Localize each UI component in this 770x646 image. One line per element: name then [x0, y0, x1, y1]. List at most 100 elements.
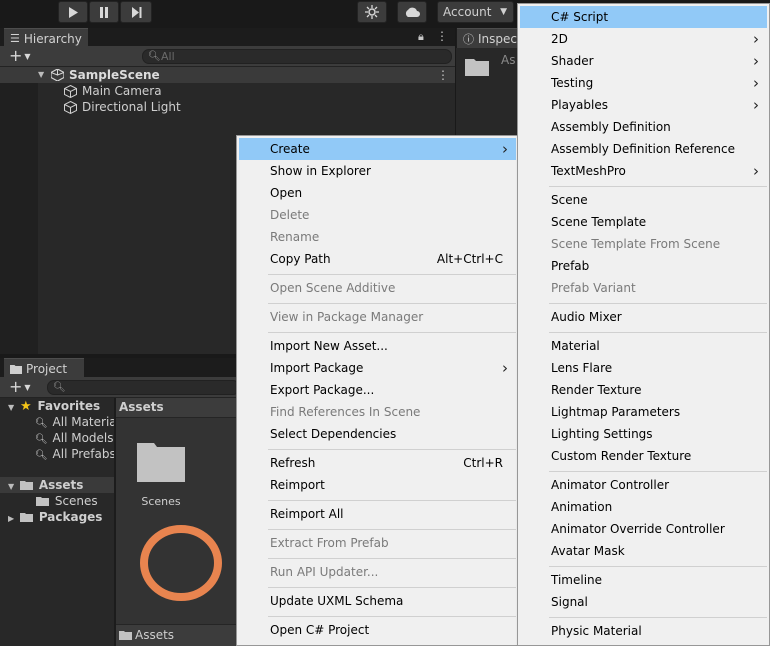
chevron-down-icon: ▼ — [24, 51, 31, 61]
step-button[interactable] — [120, 1, 152, 23]
tab-inspector[interactable]: ⓘ Inspec — [457, 28, 520, 48]
menu-item-lightmap-parameters[interactable]: Lightmap Parameters — [520, 401, 767, 423]
menu-item-label: C# Script — [551, 10, 609, 24]
menu-item-assembly-definition-reference[interactable]: Assembly Definition Reference — [520, 138, 767, 160]
assets-tree-row[interactable]: ▼ Assets — [0, 477, 115, 493]
menu-item-scene-template[interactable]: Scene Template — [520, 211, 767, 233]
menu-item-render-texture[interactable]: Render Texture — [520, 379, 767, 401]
favorites-item[interactable]: 🔍︎ All Prefabs — [35, 446, 116, 462]
create-submenu: C# Script 2D › Shader › Testing › Playables › Ass… — [517, 3, 770, 646]
menu-item-audio-mixer[interactable]: Audio Mixer — [520, 306, 767, 328]
menu-item-prefab-variant[interactable]: Prefab Variant — [520, 277, 767, 299]
asset-folder-tile[interactable]: Scenes — [130, 434, 192, 510]
menu-item-lighting-settings[interactable]: Lighting Settings — [520, 423, 767, 445]
menu-separator — [268, 558, 516, 559]
chevron-right-icon: › — [502, 140, 508, 158]
packages-tree-row[interactable]: ▶ Packages — [8, 509, 102, 525]
menu-item-timeline[interactable]: Timeline — [520, 569, 767, 591]
menu-item-c-script[interactable]: C# Script — [520, 6, 767, 28]
menu-item-animator-controller[interactable]: Animator Controller — [520, 474, 767, 496]
menu-item-label: Scene Template — [551, 215, 647, 229]
scene-row[interactable]: ▼ SampleScene ⋮ — [0, 67, 455, 83]
menu-item-assembly-definition[interactable]: Assembly Definition — [520, 116, 767, 138]
menu-item-open-scene-additive[interactable]: Open Scene Additive — [239, 277, 516, 299]
menu-item-testing[interactable]: Testing › — [520, 72, 767, 94]
services-button[interactable] — [357, 1, 387, 23]
menu-item-scene[interactable]: Scene — [520, 189, 767, 211]
favorites-item[interactable]: 🔍︎ All Models — [35, 430, 114, 446]
favorites-row[interactable]: ▼ ★ Favorites — [8, 398, 100, 414]
panel-menu-icon[interactable]: ⋮ — [436, 29, 448, 43]
menu-item-shader[interactable]: Shader › — [520, 50, 767, 72]
menu-item-label: Assembly Definition — [551, 120, 671, 134]
menu-item-label: Material — [551, 339, 600, 353]
hierarchy-search-input[interactable]: 🔍︎ All — [142, 49, 452, 64]
cloud-button[interactable] — [397, 1, 427, 23]
menu-item-refresh[interactable]: Refresh Ctrl+R — [239, 452, 516, 474]
menu-item-label: Delete — [270, 208, 310, 222]
menu-item-label: Timeline — [551, 573, 603, 587]
gameobject-cube-icon — [64, 101, 77, 114]
hierarchy-add-button[interactable]: + ▼ — [9, 46, 31, 66]
menu-item-rename[interactable]: Rename — [239, 226, 516, 248]
menu-item-textmeshpro[interactable]: TextMeshPro › — [520, 160, 767, 182]
caret-right-icon: ▶ — [8, 514, 15, 523]
menu-item-open-c-project[interactable]: Open C# Project — [239, 619, 516, 641]
menu-separator — [549, 186, 767, 187]
menu-item-scene-template-from-scene[interactable]: Scene Template From Scene — [520, 233, 767, 255]
menu-item-label: Show in Explorer — [270, 164, 371, 178]
menu-item-find-references-in-scene[interactable]: Find References In Scene — [239, 401, 516, 423]
menu-item-run-api-updater[interactable]: Run API Updater... — [239, 561, 516, 583]
menu-item-open[interactable]: Open — [239, 182, 516, 204]
menu-item-import-new-asset[interactable]: Import New Asset... — [239, 335, 516, 357]
menu-item-lens-flare[interactable]: Lens Flare — [520, 357, 767, 379]
favorites-item[interactable]: 🔍︎ All Materia — [35, 414, 117, 430]
menu-item-physic-material[interactable]: Physic Material — [520, 620, 767, 642]
menu-item-label: Custom Render Texture — [551, 449, 692, 463]
pause-button[interactable] — [89, 1, 119, 23]
menu-item-import-package[interactable]: Import Package › — [239, 357, 516, 379]
scenes-tree-row[interactable]: Scenes — [36, 493, 98, 509]
menu-item-label: Shader — [551, 54, 594, 68]
menu-item-animator-override-controller[interactable]: Animator Override Controller — [520, 518, 767, 540]
menu-item-animation[interactable]: Animation — [520, 496, 767, 518]
menu-item-custom-render-texture[interactable]: Custom Render Texture — [520, 445, 767, 467]
menu-item-delete[interactable]: Delete — [239, 204, 516, 226]
menu-item-view-in-package-manager[interactable]: View in Package Manager — [239, 306, 516, 328]
menu-item-label: Animator Override Controller — [551, 522, 725, 536]
menu-item-export-package[interactable]: Export Package... — [239, 379, 516, 401]
search-icon: 🔍︎ — [35, 418, 48, 429]
gameobject-cube-icon — [64, 85, 77, 98]
menu-item-extract-from-prefab[interactable]: Extract From Prefab — [239, 532, 516, 554]
tab-hierarchy[interactable]: ☰ Hierarchy — [4, 28, 88, 48]
lock-icon[interactable]: 🔒︎ — [418, 30, 424, 44]
menu-item-copy-path[interactable]: Copy Path Alt+Ctrl+C — [239, 248, 516, 270]
menu-item-label: Lens Flare — [551, 361, 613, 375]
menu-item-reimport-all[interactable]: Reimport All — [239, 503, 516, 525]
menu-item-prefab[interactable]: Prefab — [520, 255, 767, 277]
menu-item-label: Scene Template From Scene — [551, 237, 721, 251]
scene-menu-icon[interactable]: ⋮ — [437, 67, 449, 83]
menu-item-reimport[interactable]: Reimport — [239, 474, 516, 496]
tab-project[interactable]: Project — [4, 358, 84, 378]
project-search-input[interactable]: 🔍︎ — [47, 380, 240, 395]
chevron-down-icon: ▼ — [24, 382, 31, 392]
menu-item-material[interactable]: Material — [520, 335, 767, 357]
menu-item-avatar-mask[interactable]: Avatar Mask — [520, 540, 767, 562]
menu-item-2d[interactable]: 2D › — [520, 28, 767, 50]
account-dropdown[interactable]: Account ▼ — [437, 1, 514, 23]
menu-item-label: Import Package — [270, 361, 364, 375]
menu-item-show-in-explorer[interactable]: Show in Explorer — [239, 160, 516, 182]
menu-item-label: Prefab Variant — [551, 281, 636, 295]
play-button[interactable] — [58, 1, 88, 23]
menu-item-select-dependencies[interactable]: Select Dependencies — [239, 423, 516, 445]
menu-item-label: Scene — [551, 193, 588, 207]
menu-item-playables[interactable]: Playables › — [520, 94, 767, 116]
project-add-button[interactable]: + ▼ — [9, 377, 31, 397]
chevron-right-icon: › — [502, 359, 508, 377]
menu-item-label: Animator Controller — [551, 478, 670, 492]
menu-item-signal[interactable]: Signal — [520, 591, 767, 613]
menu-item-update-uxml-schema[interactable]: Update UXML Schema — [239, 590, 516, 612]
menu-item-create[interactable]: Create › — [239, 138, 516, 160]
menu-item-label: Copy Path — [270, 252, 331, 266]
